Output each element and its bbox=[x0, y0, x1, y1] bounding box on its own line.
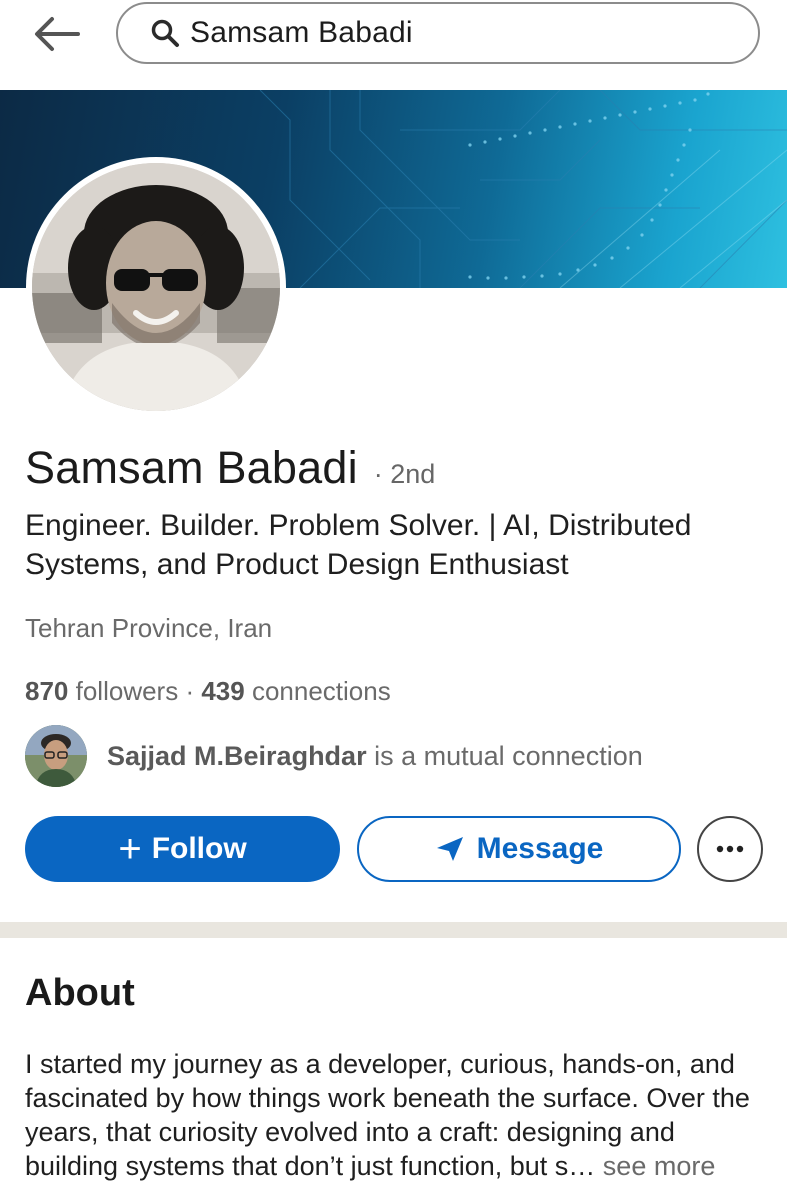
profile-headline: Engineer. Builder. Problem Solver. | AI,… bbox=[25, 509, 692, 581]
profile-location: Tehran Province, Iran bbox=[25, 613, 273, 643]
send-icon bbox=[436, 837, 463, 861]
profile-name: Samsam Babadi bbox=[25, 442, 358, 493]
connections-count[interactable]: 439 bbox=[201, 676, 244, 706]
about-heading: About bbox=[25, 972, 135, 1014]
profile-photo bbox=[32, 163, 280, 411]
mutual-connection[interactable]: Sajjad M.Beiraghdar is a mutual connecti… bbox=[25, 725, 643, 787]
profile-stats: 870 followers · 439 connections bbox=[25, 676, 391, 707]
message-button[interactable]: Message bbox=[357, 816, 681, 882]
message-label: Message bbox=[476, 832, 604, 865]
mutual-connection-suffix: is a mutual connection bbox=[366, 740, 643, 771]
more-options-button[interactable] bbox=[697, 816, 763, 882]
section-divider bbox=[0, 922, 787, 938]
profile-avatar[interactable] bbox=[26, 157, 286, 417]
name-row: Samsam Babadi · 2nd bbox=[25, 442, 435, 494]
plus-icon: + bbox=[118, 827, 142, 871]
follow-button[interactable]: + Follow bbox=[25, 816, 340, 882]
mutual-connection-text: Sajjad M.Beiraghdar is a mutual connecti… bbox=[107, 741, 643, 772]
search-input[interactable]: Samsam Babadi bbox=[116, 2, 760, 64]
followers-count[interactable]: 870 bbox=[25, 676, 68, 706]
see-more-link[interactable]: see more bbox=[595, 1151, 716, 1181]
more-dots-icon bbox=[716, 845, 744, 853]
about-text: I started my journey as a developer, cur… bbox=[25, 1047, 770, 1183]
search-query-text: Samsam Babadi bbox=[190, 16, 413, 49]
connections-label[interactable]: connections bbox=[252, 676, 391, 706]
search-icon bbox=[151, 19, 179, 47]
connection-degree: · 2nd bbox=[373, 459, 436, 489]
top-bar: Samsam Babadi bbox=[0, 0, 787, 90]
followers-label[interactable]: followers bbox=[76, 676, 179, 706]
follow-label: Follow bbox=[151, 832, 247, 865]
stats-separator: · bbox=[178, 676, 202, 706]
mutual-connection-avatar[interactable] bbox=[25, 725, 87, 787]
mutual-connection-name[interactable]: Sajjad M.Beiraghdar bbox=[107, 741, 367, 771]
back-arrow-icon bbox=[35, 17, 80, 51]
back-button[interactable] bbox=[30, 12, 84, 56]
